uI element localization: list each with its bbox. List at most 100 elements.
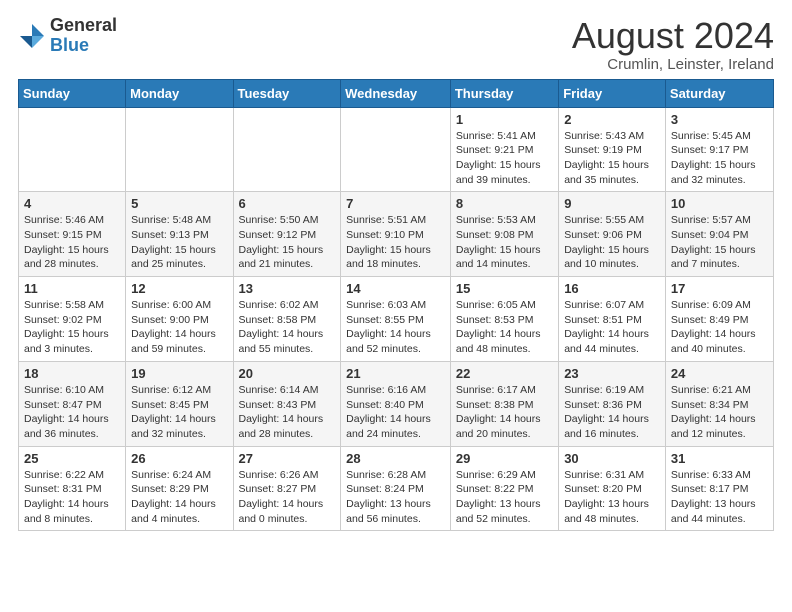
day-number: 23 bbox=[564, 366, 660, 381]
day-cell: 14 Sunrise: 6:03 AMSunset: 8:55 PMDayligh… bbox=[341, 277, 451, 362]
day-number: 24 bbox=[671, 366, 768, 381]
day-cell: 12 Sunrise: 6:00 AMSunset: 9:00 PMDayligh… bbox=[126, 277, 233, 362]
logo-general: General bbox=[50, 16, 117, 36]
header-row: SundayMondayTuesdayWednesdayThursdayFrid… bbox=[19, 79, 774, 107]
calendar-page: General Blue August 2024 Crumlin, Leinst… bbox=[0, 0, 792, 541]
day-info: Sunrise: 6:31 AMSunset: 8:20 PMDaylight:… bbox=[564, 468, 660, 527]
day-number: 17 bbox=[671, 281, 768, 296]
day-number: 3 bbox=[671, 112, 768, 127]
day-info: Sunrise: 5:51 AMSunset: 9:10 PMDaylight:… bbox=[346, 213, 445, 272]
day-cell: 28 Sunrise: 6:28 AMSunset: 8:24 PMDayligh… bbox=[341, 446, 451, 531]
calendar-table: SundayMondayTuesdayWednesdayThursdayFrid… bbox=[18, 79, 774, 532]
calendar-body: 1 Sunrise: 5:41 AMSunset: 9:21 PMDaylight… bbox=[19, 107, 774, 531]
day-number: 26 bbox=[131, 451, 227, 466]
day-number: 2 bbox=[564, 112, 660, 127]
day-cell: 27 Sunrise: 6:26 AMSunset: 8:27 PMDayligh… bbox=[233, 446, 341, 531]
title-block: August 2024 Crumlin, Leinster, Ireland bbox=[572, 16, 774, 73]
day-info: Sunrise: 5:57 AMSunset: 9:04 PMDaylight:… bbox=[671, 213, 768, 272]
logo-blue: Blue bbox=[50, 36, 117, 56]
day-info: Sunrise: 6:26 AMSunset: 8:27 PMDaylight:… bbox=[239, 468, 336, 527]
day-cell: 23 Sunrise: 6:19 AMSunset: 8:36 PMDayligh… bbox=[559, 361, 666, 446]
day-cell: 5Sunrise: 5:48 AMSunset: 9:13 PMDaylight… bbox=[126, 192, 233, 277]
day-info: Sunrise: 5:58 AMSunset: 9:02 PMDaylight:… bbox=[24, 298, 120, 357]
day-info: Sunrise: 6:00 AMSunset: 9:00 PMDaylight:… bbox=[131, 298, 227, 357]
day-number: 10 bbox=[671, 196, 768, 211]
day-cell: 31Sunrise: 6:33 AMSunset: 8:17 PMDayligh… bbox=[665, 446, 773, 531]
day-number: 28 bbox=[346, 451, 445, 466]
day-info: Sunrise: 6:24 AMSunset: 8:29 PMDaylight:… bbox=[131, 468, 227, 527]
day-number: 27 bbox=[239, 451, 336, 466]
day-cell: 8Sunrise: 5:53 AMSunset: 9:08 PMDaylight… bbox=[450, 192, 558, 277]
day-cell: 13 Sunrise: 6:02 AMSunset: 8:58 PMDayligh… bbox=[233, 277, 341, 362]
day-number: 13 bbox=[239, 281, 336, 296]
calendar-header: SundayMondayTuesdayWednesdayThursdayFrid… bbox=[19, 79, 774, 107]
day-info: Sunrise: 6:21 AMSunset: 8:34 PMDaylight:… bbox=[671, 383, 768, 442]
day-info: Sunrise: 5:41 AMSunset: 9:21 PMDaylight:… bbox=[456, 129, 553, 188]
header-cell-thursday: Thursday bbox=[450, 79, 558, 107]
day-number: 15 bbox=[456, 281, 553, 296]
day-number: 14 bbox=[346, 281, 445, 296]
day-cell: 15 Sunrise: 6:05 AMSunset: 8:53 PMDayligh… bbox=[450, 277, 558, 362]
logo-icon bbox=[18, 22, 46, 50]
header-cell-saturday: Saturday bbox=[665, 79, 773, 107]
day-info: Sunrise: 6:05 AMSunset: 8:53 PMDaylight:… bbox=[456, 298, 553, 357]
day-cell: 30Sunrise: 6:31 AMSunset: 8:20 PMDayligh… bbox=[559, 446, 666, 531]
week-row-4: 18 Sunrise: 6:10 AMSunset: 8:47 PMDayligh… bbox=[19, 361, 774, 446]
week-row-3: 11 Sunrise: 5:58 AMSunset: 9:02 PMDayligh… bbox=[19, 277, 774, 362]
day-cell bbox=[341, 107, 451, 192]
day-cell: 16 Sunrise: 6:07 AMSunset: 8:51 PMDayligh… bbox=[559, 277, 666, 362]
subtitle: Crumlin, Leinster, Ireland bbox=[572, 56, 774, 73]
day-info: Sunrise: 6:33 AMSunset: 8:17 PMDaylight:… bbox=[671, 468, 768, 527]
day-cell: 6Sunrise: 5:50 AMSunset: 9:12 PMDaylight… bbox=[233, 192, 341, 277]
day-info: Sunrise: 6:07 AMSunset: 8:51 PMDaylight:… bbox=[564, 298, 660, 357]
day-cell: 22Sunrise: 6:17 AMSunset: 8:38 PMDayligh… bbox=[450, 361, 558, 446]
day-number: 1 bbox=[456, 112, 553, 127]
day-cell: 25 Sunrise: 6:22 AMSunset: 8:31 PMDayligh… bbox=[19, 446, 126, 531]
day-info: Sunrise: 6:16 AMSunset: 8:40 PMDaylight:… bbox=[346, 383, 445, 442]
day-number: 18 bbox=[24, 366, 120, 381]
day-info: Sunrise: 5:50 AMSunset: 9:12 PMDaylight:… bbox=[239, 213, 336, 272]
day-number: 21 bbox=[346, 366, 445, 381]
week-row-5: 25 Sunrise: 6:22 AMSunset: 8:31 PMDayligh… bbox=[19, 446, 774, 531]
day-number: 19 bbox=[131, 366, 227, 381]
day-cell: 1 Sunrise: 5:41 AMSunset: 9:21 PMDaylight… bbox=[450, 107, 558, 192]
day-number: 9 bbox=[564, 196, 660, 211]
day-cell: 17 Sunrise: 6:09 AMSunset: 8:49 PMDayligh… bbox=[665, 277, 773, 362]
day-cell: 11 Sunrise: 5:58 AMSunset: 9:02 PMDayligh… bbox=[19, 277, 126, 362]
day-number: 29 bbox=[456, 451, 553, 466]
day-cell: 24 Sunrise: 6:21 AMSunset: 8:34 PMDayligh… bbox=[665, 361, 773, 446]
day-info: Sunrise: 6:22 AMSunset: 8:31 PMDaylight:… bbox=[24, 468, 120, 527]
logo: General Blue bbox=[18, 16, 117, 56]
day-number: 12 bbox=[131, 281, 227, 296]
day-number: 20 bbox=[239, 366, 336, 381]
header-cell-wednesday: Wednesday bbox=[341, 79, 451, 107]
day-cell: 26 Sunrise: 6:24 AMSunset: 8:29 PMDayligh… bbox=[126, 446, 233, 531]
day-info: Sunrise: 6:02 AMSunset: 8:58 PMDaylight:… bbox=[239, 298, 336, 357]
day-info: Sunrise: 5:46 AMSunset: 9:15 PMDaylight:… bbox=[24, 213, 120, 272]
day-cell: 2Sunrise: 5:43 AMSunset: 9:19 PMDaylight… bbox=[559, 107, 666, 192]
day-info: Sunrise: 6:09 AMSunset: 8:49 PMDaylight:… bbox=[671, 298, 768, 357]
main-title: August 2024 bbox=[572, 16, 774, 56]
header-cell-monday: Monday bbox=[126, 79, 233, 107]
day-number: 4 bbox=[24, 196, 120, 211]
day-number: 16 bbox=[564, 281, 660, 296]
day-info: Sunrise: 6:17 AMSunset: 8:38 PMDaylight:… bbox=[456, 383, 553, 442]
day-cell bbox=[19, 107, 126, 192]
day-cell: 21 Sunrise: 6:16 AMSunset: 8:40 PMDayligh… bbox=[341, 361, 451, 446]
day-info: Sunrise: 6:10 AMSunset: 8:47 PMDaylight:… bbox=[24, 383, 120, 442]
day-number: 5 bbox=[131, 196, 227, 211]
header-cell-friday: Friday bbox=[559, 79, 666, 107]
day-cell: 19Sunrise: 6:12 AMSunset: 8:45 PMDayligh… bbox=[126, 361, 233, 446]
week-row-2: 4 Sunrise: 5:46 AMSunset: 9:15 PMDaylight… bbox=[19, 192, 774, 277]
day-number: 8 bbox=[456, 196, 553, 211]
day-info: Sunrise: 6:28 AMSunset: 8:24 PMDaylight:… bbox=[346, 468, 445, 527]
day-info: Sunrise: 5:45 AMSunset: 9:17 PMDaylight:… bbox=[671, 129, 768, 188]
day-info: Sunrise: 6:19 AMSunset: 8:36 PMDaylight:… bbox=[564, 383, 660, 442]
header: General Blue August 2024 Crumlin, Leinst… bbox=[18, 16, 774, 73]
day-cell: 20 Sunrise: 6:14 AMSunset: 8:43 PMDayligh… bbox=[233, 361, 341, 446]
day-number: 11 bbox=[24, 281, 120, 296]
day-info: Sunrise: 6:03 AMSunset: 8:55 PMDaylight:… bbox=[346, 298, 445, 357]
day-number: 25 bbox=[24, 451, 120, 466]
week-row-1: 1 Sunrise: 5:41 AMSunset: 9:21 PMDaylight… bbox=[19, 107, 774, 192]
day-info: Sunrise: 6:14 AMSunset: 8:43 PMDaylight:… bbox=[239, 383, 336, 442]
